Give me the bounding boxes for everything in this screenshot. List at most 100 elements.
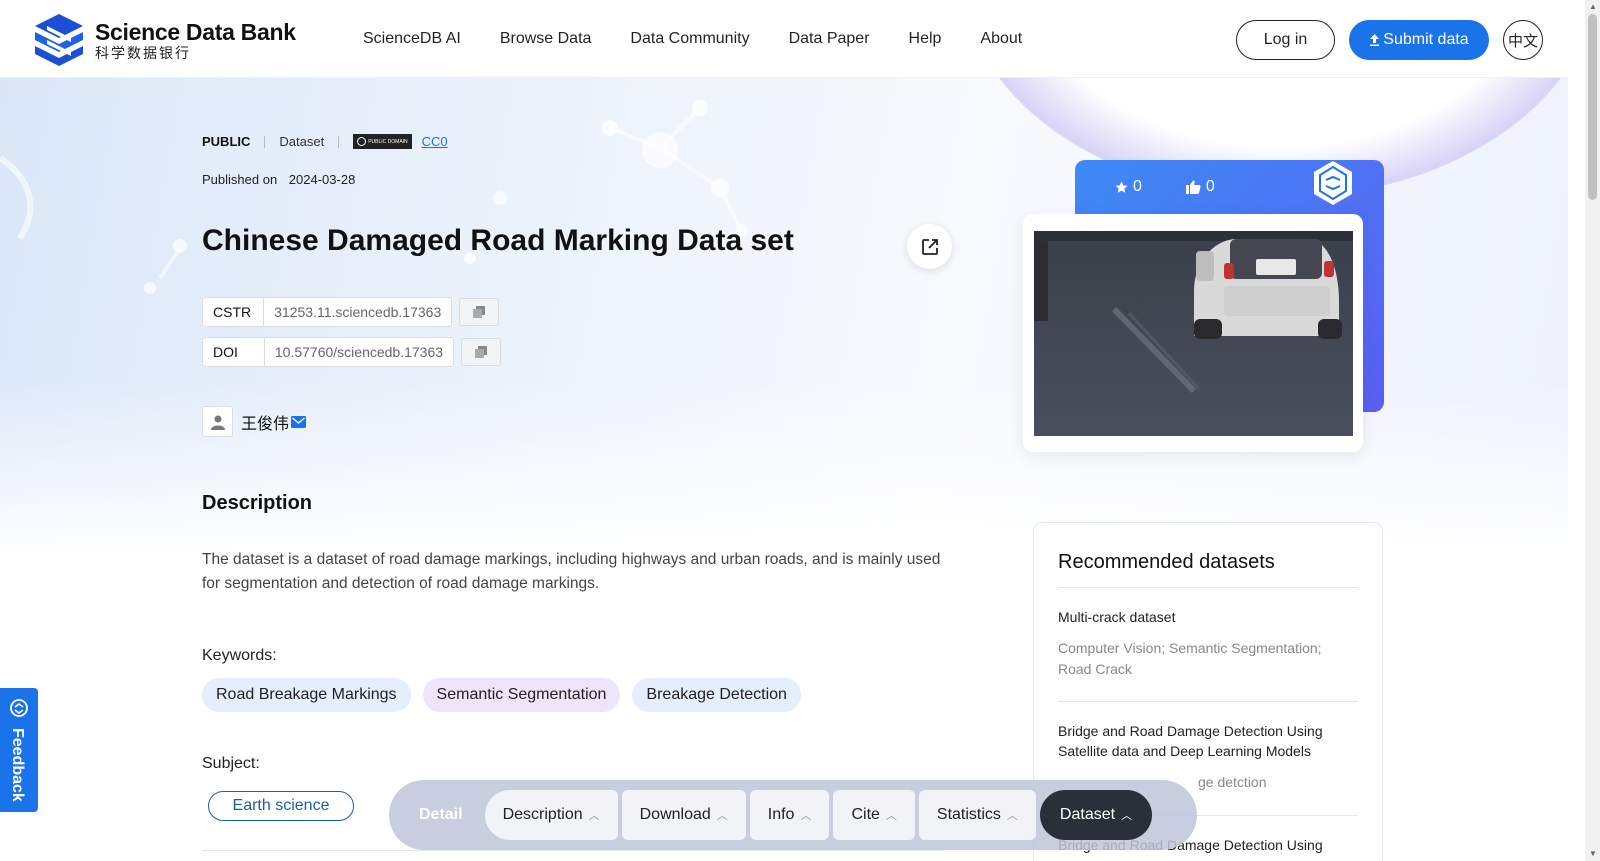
chevron-up-icon: ︿ (716, 810, 728, 822)
keyword-tag[interactable]: Road Breakage Markings (202, 678, 411, 712)
feedback-tab[interactable]: Feedback (0, 688, 38, 812)
published-label: Published on (202, 172, 278, 187)
chevron-up-icon: ︿ (588, 810, 600, 822)
chevron-up-icon: ︿ (1121, 810, 1133, 822)
nav-data-community[interactable]: Data Community (630, 30, 749, 48)
keywords-label: Keywords: (202, 647, 277, 664)
thumbs-up-icon (1185, 180, 1201, 194)
cstr-field: CSTR 31253.11.sciencedb.17363 (202, 297, 453, 327)
copy-doi-button[interactable] (461, 338, 502, 366)
scroll-thumb[interactable] (1588, 14, 1597, 200)
user-icon (210, 415, 225, 430)
nav-sciencedb-ai[interactable]: ScienceDB AI (363, 30, 461, 48)
sciencedb-logo-icon (35, 14, 83, 66)
tab-label: Info (767, 806, 795, 823)
divider (338, 135, 340, 148)
scroll-down-icon[interactable]: ▼ (1589, 849, 1597, 858)
license-link[interactable]: CC0 (422, 134, 448, 149)
submit-data-button[interactable]: Submit data (1349, 20, 1489, 60)
like-count[interactable]: 0 (1185, 178, 1215, 196)
recommended-item-title[interactable]: Multi-crack dataset (1058, 607, 1358, 627)
dataset-thumbnail-card[interactable] (1023, 214, 1363, 452)
tab-label: Statistics (936, 806, 1001, 823)
dataset-meta: PUBLIC Dataset PUBLIC DOMAIN CC0 (202, 134, 448, 149)
doi-row: DOI 10.57760/sciencedb.17363 (202, 337, 502, 367)
tab-label: Dataset (1059, 806, 1116, 823)
feedback-label: Feedback (9, 728, 26, 802)
tab-statistics[interactable]: Statistics ︿ (918, 790, 1036, 840)
tab-description[interactable]: Description ︿ (484, 790, 618, 840)
nav-about[interactable]: About (980, 30, 1022, 48)
page-scrollbar[interactable]: ▲ ▼ (1585, 0, 1600, 861)
main-nav: ScienceDB AI Browse Data Data Community … (363, 30, 1061, 48)
keywords-list: Road Breakage Markings Semantic Segmenta… (202, 678, 813, 712)
author-name[interactable]: 王俊伟 (241, 410, 289, 434)
logo-subtitle: 科学数据银行 (95, 44, 191, 61)
tab-label: Cite (851, 806, 880, 823)
doi-field: DOI 10.57760/sciencedb.17363 (202, 337, 455, 367)
recommended-title: Recommended datasets (1058, 551, 1275, 573)
copy-icon (475, 346, 488, 358)
logo-title: Science Data Bank (95, 18, 296, 45)
divider (1058, 701, 1358, 702)
published-value: 2024-03-28 (288, 172, 356, 187)
tab-download[interactable]: Download ︿ (621, 790, 746, 840)
language-switch-button[interactable]: 中文 (1503, 20, 1543, 60)
author: 王俊伟 (202, 406, 307, 437)
chevron-up-icon: ︿ (885, 810, 897, 822)
tab-label: Download (639, 806, 711, 823)
access-level: PUBLIC (202, 134, 251, 149)
copy-icon (473, 306, 486, 318)
keyword-tag[interactable]: Semantic Segmentation (422, 678, 621, 712)
chevron-up-icon: ︿ (800, 810, 812, 822)
tab-dataset[interactable]: Dataset ︿ (1039, 790, 1153, 840)
star-count[interactable]: 0 (1115, 178, 1142, 196)
tab-cite[interactable]: Cite ︿ (833, 790, 915, 840)
certified-badge-icon (1314, 161, 1352, 205)
scroll-up-icon[interactable]: ▲ (1589, 2, 1597, 11)
recommended-item-title[interactable]: Bridge and Road Damage Detection Using S… (1058, 721, 1358, 761)
divider (264, 135, 266, 148)
divider (1058, 587, 1358, 588)
author-avatar (202, 406, 233, 437)
subject-label: Subject: (202, 755, 260, 772)
share-button[interactable] (907, 224, 952, 269)
keyword-tag[interactable]: Breakage Detection (632, 678, 801, 712)
section-divider (202, 850, 944, 851)
login-button[interactable]: Log in (1236, 20, 1335, 60)
dataset-type: Dataset (279, 134, 325, 149)
cstr-value: 31253.11.sciencedb.17363 (274, 304, 442, 320)
mail-icon[interactable] (291, 415, 307, 428)
dataset-thumbnail (1034, 231, 1353, 436)
nav-browse-data[interactable]: Browse Data (500, 30, 592, 48)
top-header: Science Data Bank 科学数据银行 ScienceDB AI Br… (0, 0, 1568, 78)
cc0-license-icon: PUBLIC DOMAIN (353, 134, 412, 149)
submit-data-label: Submit data (1383, 31, 1469, 48)
published-date: Published on 2024-03-28 (202, 172, 355, 187)
cstr-row: CSTR 31253.11.sciencedb.17363 (202, 297, 500, 327)
detail-label: Detail (419, 806, 463, 823)
description-heading: Description (202, 492, 313, 514)
tab-label: Description (502, 806, 583, 823)
copy-cstr-button[interactable] (459, 298, 500, 326)
recommended-item-keywords: ge detction (1198, 774, 1267, 790)
subject-tag[interactable]: Earth science (208, 791, 354, 821)
section-tab-bar: Detail Description ︿ Download ︿ Info ︿ Cite… (389, 780, 1197, 850)
tab-info[interactable]: Info ︿ (749, 790, 830, 840)
license-badge-text: PUBLIC DOMAIN (368, 138, 408, 145)
star-icon (1115, 181, 1128, 193)
doi-value: 10.57760/sciencedb.17363 (274, 344, 444, 360)
recommended-item-keywords: Computer Vision; Semantic Segmentation; … (1058, 640, 1322, 677)
description-text: The dataset is a dataset of road damage … (202, 551, 941, 592)
star-count-value: 0 (1133, 178, 1142, 195)
nav-data-paper[interactable]: Data Paper (789, 30, 870, 48)
site-logo[interactable]: Science Data Bank 科学数据银行 (31, 12, 296, 68)
feedback-icon (10, 699, 28, 717)
dataset-title: Chinese Damaged Road Marking Data set (202, 224, 794, 257)
upload-icon (1370, 34, 1380, 46)
like-count-value: 0 (1205, 178, 1215, 195)
chevron-up-icon: ︿ (1006, 810, 1018, 822)
nav-help[interactable]: Help (909, 30, 942, 48)
cstr-label: CSTR (203, 298, 265, 326)
doi-label: DOI (203, 338, 265, 366)
